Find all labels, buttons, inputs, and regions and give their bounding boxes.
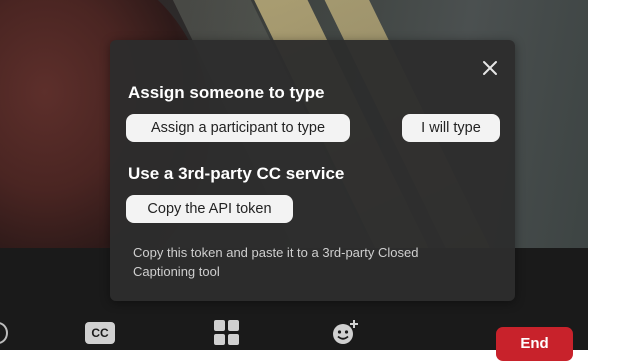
copy-api-token-button[interactable]: Copy the API token bbox=[126, 195, 293, 223]
assign-participant-button[interactable]: Assign a participant to type bbox=[126, 114, 350, 142]
assign-section-heading: Assign someone to type bbox=[128, 83, 325, 102]
closed-captions-icon[interactable]: CC bbox=[85, 322, 115, 344]
token-description: Copy this token and paste it to a 3rd-pa… bbox=[133, 245, 419, 279]
reactions-emoji-icon[interactable] bbox=[331, 318, 359, 346]
close-icon[interactable] bbox=[479, 57, 501, 79]
i-will-type-button[interactable]: I will type bbox=[402, 114, 500, 142]
apps-grid-icon[interactable] bbox=[214, 320, 240, 346]
third-party-section-heading: Use a 3rd-party CC service bbox=[128, 164, 345, 183]
captions-dialog: Assign someone to type Assign a particip… bbox=[110, 40, 515, 301]
end-meeting-button[interactable]: End bbox=[496, 327, 573, 361]
